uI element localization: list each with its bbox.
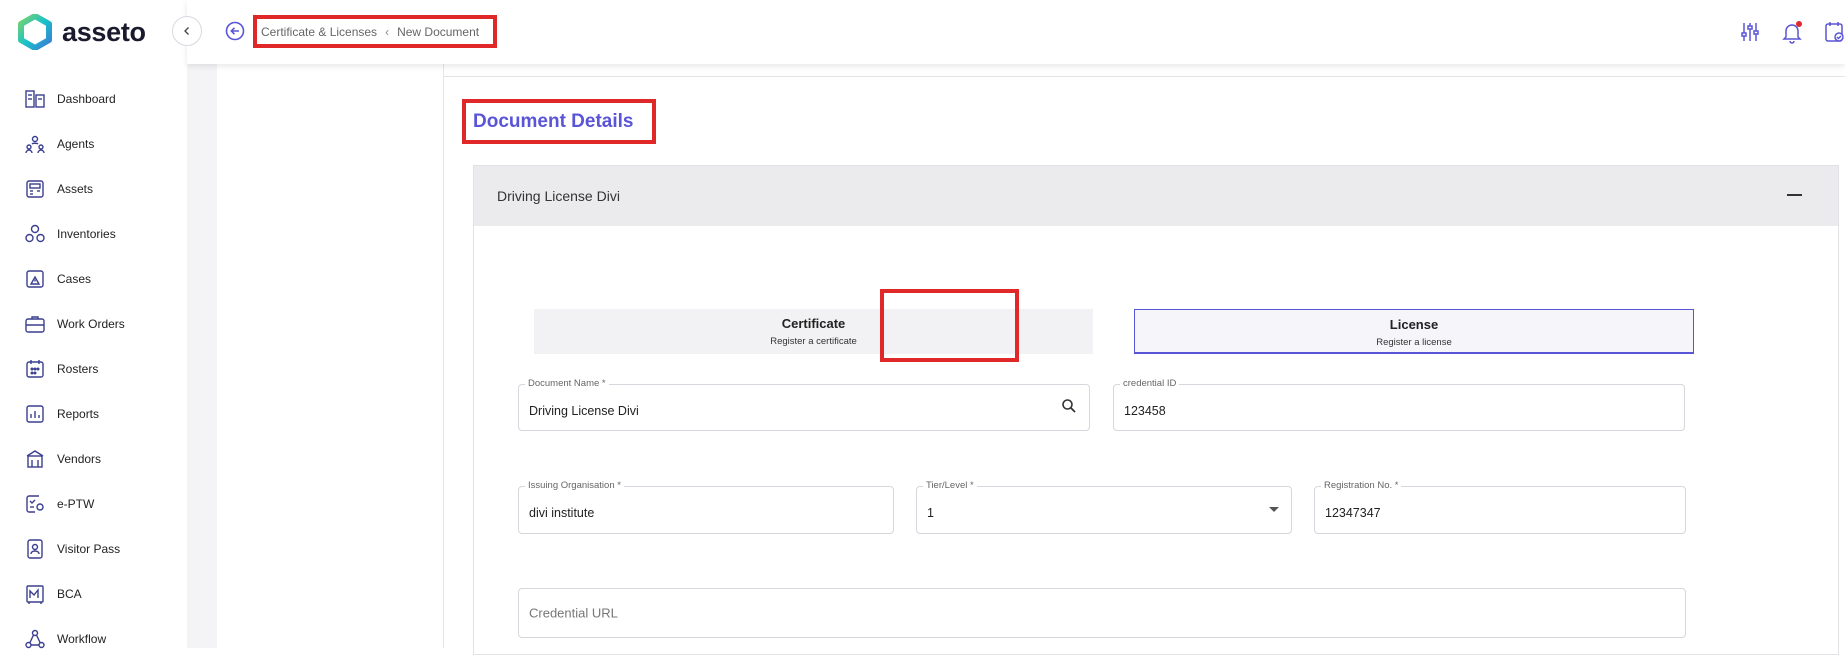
credential-url-field[interactable]: Credential URL <box>518 588 1686 638</box>
sidebar-item-workflow[interactable]: Workflow <box>0 616 187 661</box>
content-gutter <box>187 64 217 648</box>
sidebar-item-cases[interactable]: Cases <box>0 256 187 301</box>
credential-id-input[interactable] <box>1124 403 1580 418</box>
document-accordion: Driving License Divi Certificate Registe… <box>473 165 1839 655</box>
tab-license[interactable]: License Register a license <box>1134 309 1694 354</box>
caret-down-icon[interactable] <box>1269 507 1279 512</box>
eptw-icon <box>24 493 46 515</box>
header-actions <box>1739 20 1845 44</box>
sidebar-item-work-orders[interactable]: Work Orders <box>0 301 187 346</box>
visitor-pass-icon <box>24 538 46 560</box>
tab-certificate-subtitle: Register a certificate <box>770 336 857 347</box>
dashboard-icon <box>24 88 46 110</box>
tier-level-label: Tier/Level * <box>923 480 977 492</box>
credential-url-placeholder: Credential URL <box>529 605 618 621</box>
tab-certificate[interactable]: Certificate Register a certificate <box>534 309 1093 354</box>
sidebar-item-visitor-pass[interactable]: Visitor Pass <box>0 526 187 571</box>
chevron-left-icon <box>184 27 189 35</box>
calendar-check-icon[interactable] <box>1823 20 1845 44</box>
agents-icon <box>24 133 46 155</box>
sidebar-nav: Dashboard Agents Assets Inventories Case… <box>0 76 187 661</box>
sidebar-item-reports[interactable]: Reports <box>0 391 187 436</box>
divider <box>444 76 1845 77</box>
workflow-icon <box>24 628 46 650</box>
page-title: Document Details <box>473 110 634 132</box>
document-name-input[interactable] <box>529 403 985 418</box>
sidebar: asseto Dashboard Agents Assets Inventori… <box>0 0 187 648</box>
inventories-icon <box>24 223 46 245</box>
page-title-highlight: Document Details <box>462 99 656 144</box>
credential-id-label: credential ID <box>1120 378 1180 390</box>
search-icon[interactable] <box>1061 398 1077 414</box>
collapse-minus-icon[interactable] <box>1787 194 1802 196</box>
sidebar-item-eptw[interactable]: e-PTW <box>0 481 187 526</box>
sidebar-item-vendors[interactable]: Vendors <box>0 436 187 481</box>
tab-license-title: License <box>1389 317 1439 332</box>
sidebar-item-inventories[interactable]: Inventories <box>0 211 187 256</box>
issuing-organisation-input[interactable] <box>529 505 829 520</box>
asseto-logo-icon <box>18 14 52 50</box>
sidebar-item-dashboard[interactable]: Dashboard <box>0 76 187 121</box>
sidebar-item-agents[interactable]: Agents <box>0 121 187 166</box>
sidebar-item-rosters[interactable]: Rosters <box>0 346 187 391</box>
top-header: Certificate & Licenses ‹ New Document <box>187 0 1845 64</box>
assets-icon <box>24 178 46 200</box>
sidebar-collapse-button[interactable] <box>172 16 202 46</box>
sidebar-item-bca[interactable]: BCA <box>0 571 187 616</box>
issuing-organisation-field[interactable]: Issuing Organisation * <box>518 480 894 534</box>
breadcrumb-parent-link[interactable]: Certificate & Licenses <box>261 25 377 39</box>
notification-dot <box>1796 21 1802 27</box>
tier-level-value: 1 <box>927 505 934 520</box>
filter-sliders-icon[interactable] <box>1739 20 1761 44</box>
tier-level-select[interactable]: Tier/Level * 1 <box>916 480 1292 534</box>
back-arrow-icon[interactable] <box>225 21 245 41</box>
accordion-header[interactable]: Driving License Divi <box>474 166 1838 226</box>
reports-icon <box>24 403 46 425</box>
registration-no-field[interactable]: Registration No. * <box>1314 480 1686 534</box>
main-content: Document Details Driving License Divi Ce… <box>444 64 1845 655</box>
bca-icon <box>24 583 46 605</box>
cases-icon <box>24 268 46 290</box>
left-panel <box>217 64 444 648</box>
registration-no-label: Registration No. * <box>1321 480 1402 492</box>
app-name: asseto <box>62 16 146 47</box>
logo[interactable]: asseto <box>18 14 146 50</box>
credential-id-field[interactable]: credential ID <box>1113 378 1685 431</box>
breadcrumb: Certificate & Licenses ‹ New Document <box>253 15 497 48</box>
work-orders-icon <box>24 313 46 335</box>
issuing-organisation-label: Issuing Organisation * <box>525 480 624 492</box>
tab-certificate-title: Certificate <box>781 316 846 331</box>
accordion-title: Driving License Divi <box>497 188 620 204</box>
rosters-icon <box>24 358 46 380</box>
document-name-label: Document Name * <box>525 378 609 390</box>
breadcrumb-separator-icon: ‹ <box>385 24 390 39</box>
tab-license-subtitle: Register a license <box>1376 337 1452 348</box>
sidebar-item-assets[interactable]: Assets <box>0 166 187 211</box>
registration-no-input[interactable] <box>1325 505 1621 520</box>
notification-bell-icon[interactable] <box>1781 20 1803 44</box>
breadcrumb-current: New Document <box>397 24 480 39</box>
vendors-icon <box>24 448 46 470</box>
document-name-field[interactable]: Document Name * <box>518 378 1090 431</box>
